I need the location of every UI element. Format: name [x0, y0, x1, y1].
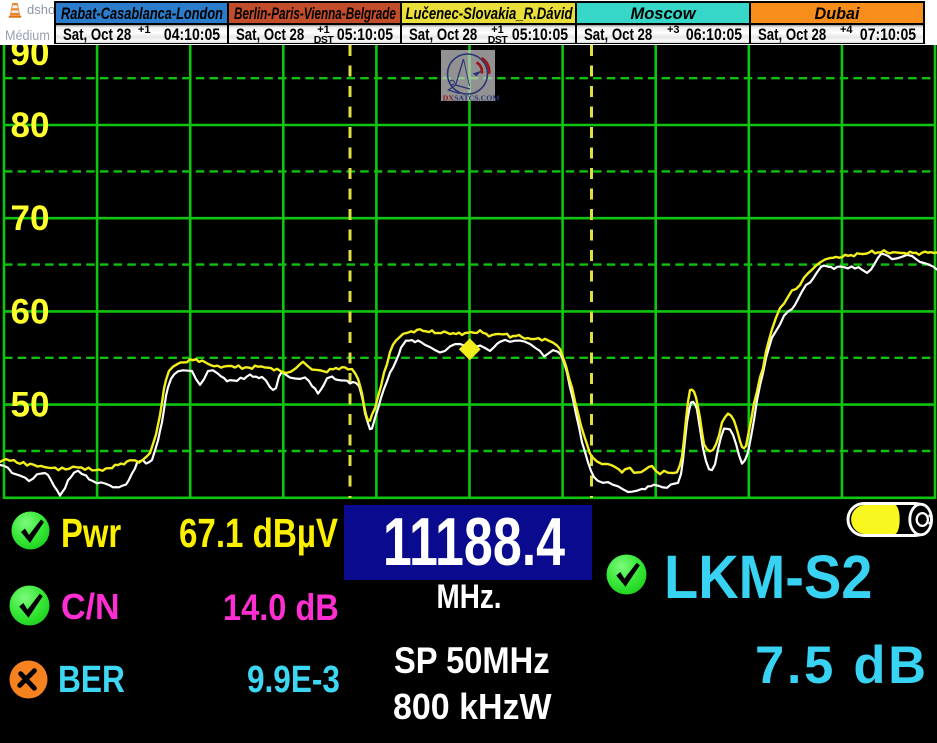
svg-text:90: 90 [11, 45, 50, 73]
svg-text:60: 60 [11, 292, 50, 331]
svg-text:70: 70 [11, 199, 50, 238]
svg-text:50: 50 [11, 386, 50, 425]
svg-text:80: 80 [11, 106, 50, 145]
svg-text:DXSATCS.COM: DXSATCS.COM [443, 94, 500, 103]
